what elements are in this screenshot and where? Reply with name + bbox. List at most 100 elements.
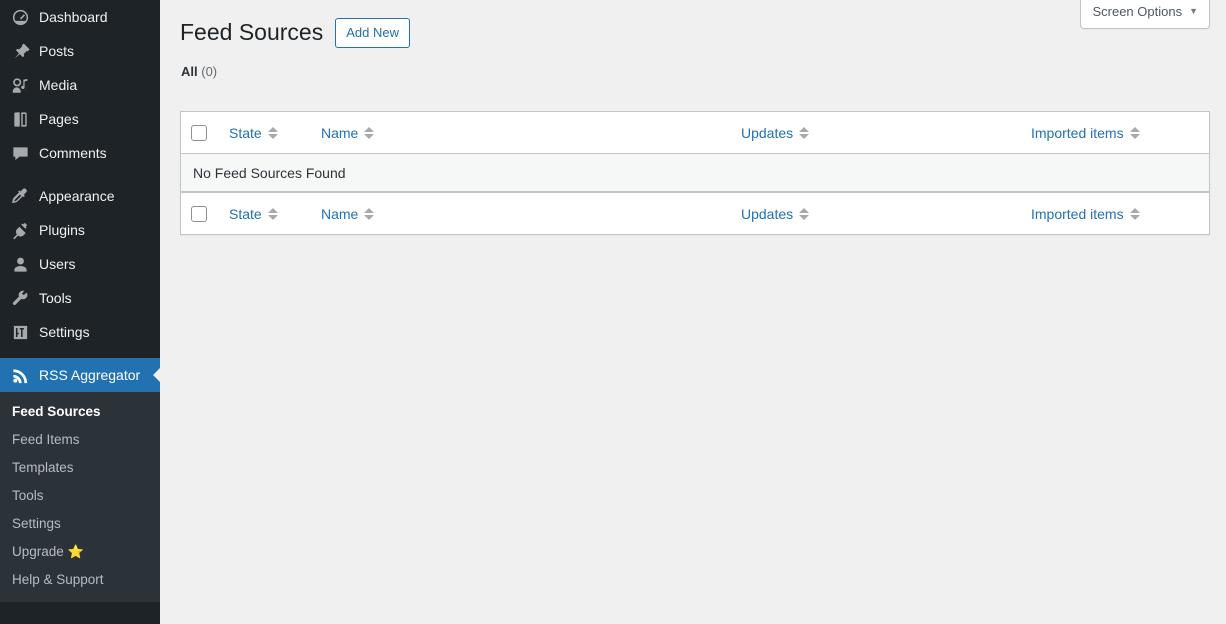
sort-name-button[interactable]: Name bbox=[321, 124, 375, 141]
table-head: State Name Updates Imported items bbox=[181, 112, 1209, 154]
column-header-updates: Updates bbox=[731, 112, 1021, 154]
sort-name-button-footer[interactable]: Name bbox=[321, 205, 375, 222]
pin-icon bbox=[10, 41, 30, 61]
sidebar-item-rss-aggregator[interactable]: RSS Aggregator bbox=[0, 358, 160, 392]
sidebar-item-pages[interactable]: Pages bbox=[0, 102, 160, 136]
column-label-name: Name bbox=[321, 205, 359, 222]
pages-icon bbox=[10, 109, 30, 129]
sort-indicator-icon bbox=[1129, 126, 1140, 139]
sort-state-button[interactable]: State bbox=[229, 125, 278, 141]
sidebar-item-comments[interactable]: Comments bbox=[0, 136, 160, 170]
sort-updates-button[interactable]: Updates bbox=[741, 124, 810, 141]
column-label-updates: Updates bbox=[741, 205, 794, 222]
sort-indicator-icon bbox=[364, 126, 375, 139]
page-wrap: Feed Sources Add New All (0) State Name … bbox=[160, 0, 1226, 235]
table-body: No Feed Sources Found bbox=[181, 154, 1209, 192]
sidebar-item-label: Posts bbox=[39, 43, 75, 59]
admin-sidebar: Dashboard Posts Media Pages Comments App… bbox=[0, 0, 160, 624]
filter-all[interactable]: All (0) bbox=[181, 64, 1206, 79]
empty-state-message: No Feed Sources Found bbox=[181, 154, 1209, 192]
screen-options-label: Screen Options bbox=[1092, 4, 1183, 19]
appearance-icon bbox=[10, 186, 30, 206]
submenu-item-help-support[interactable]: Help & Support bbox=[0, 566, 160, 594]
sidebar-item-dashboard[interactable]: Dashboard bbox=[0, 0, 160, 34]
add-new-button[interactable]: Add New bbox=[335, 18, 410, 48]
column-label-updates: Updates bbox=[741, 124, 794, 141]
sidebar-item-label: Media bbox=[39, 77, 78, 93]
submenu-item-label: Tools bbox=[12, 488, 44, 503]
main-content: Screen Options ▼ Feed Sources Add New Al… bbox=[160, 0, 1226, 624]
submenu-item-settings[interactable]: Settings bbox=[0, 510, 160, 538]
sidebar-item-label: Dashboard bbox=[39, 9, 108, 25]
sort-indicator-icon bbox=[267, 126, 278, 139]
sort-imported-items-button[interactable]: Imported items bbox=[1031, 125, 1140, 141]
column-label-state: State bbox=[229, 124, 262, 141]
star-icon: ⭐ bbox=[67, 544, 84, 559]
sidebar-item-label: RSS Aggregator bbox=[39, 367, 141, 383]
rss-icon bbox=[10, 365, 30, 385]
filter-all-count: (0) bbox=[201, 64, 218, 79]
sort-updates-button-footer[interactable]: Updates bbox=[741, 205, 810, 222]
rss-aggregator-submenu: Feed Sources Feed Items Templates Tools … bbox=[0, 392, 160, 602]
sort-indicator-icon bbox=[799, 207, 810, 220]
submenu-item-label: Feed Items bbox=[12, 432, 80, 447]
screen-meta-links: Screen Options ▼ bbox=[1080, 0, 1210, 29]
column-label-state: State bbox=[229, 205, 262, 222]
sort-indicator-icon bbox=[364, 207, 375, 220]
filter-all-label[interactable]: All bbox=[181, 64, 198, 79]
submenu-item-upgrade[interactable]: Upgrade ⭐ bbox=[0, 538, 160, 566]
select-all-header bbox=[181, 112, 219, 154]
submenu-item-label: Templates bbox=[12, 460, 74, 475]
sidebar-item-users[interactable]: Users bbox=[0, 247, 160, 281]
submenu-item-label: Help & Support bbox=[12, 572, 104, 587]
media-icon bbox=[10, 75, 30, 95]
sort-indicator-icon bbox=[799, 126, 810, 139]
submenu-item-label: Upgrade bbox=[12, 544, 64, 559]
table-header-row: State Name Updates Imported items bbox=[181, 112, 1209, 154]
sidebar-item-label: Pages bbox=[39, 111, 79, 127]
plugins-icon bbox=[10, 220, 30, 240]
sidebar-item-label: Plugins bbox=[39, 222, 85, 238]
sidebar-item-appearance[interactable]: Appearance bbox=[0, 179, 160, 213]
column-label-imported-items: Imported items bbox=[1031, 124, 1124, 141]
sidebar-separator-2 bbox=[0, 349, 160, 358]
table-foot: State Name Updates Imported items bbox=[181, 192, 1209, 234]
chevron-down-icon: ▼ bbox=[1189, 6, 1198, 17]
tools-icon bbox=[10, 288, 30, 308]
comments-icon bbox=[10, 143, 30, 163]
column-header-imported-items: Imported items bbox=[1021, 112, 1209, 154]
column-footer-name: Name bbox=[311, 192, 731, 234]
column-header-name: Name bbox=[311, 112, 731, 154]
sort-state-button-footer[interactable]: State bbox=[229, 206, 278, 222]
sort-imported-items-button-footer[interactable]: Imported items bbox=[1031, 206, 1140, 222]
submenu-item-feed-sources[interactable]: Feed Sources bbox=[0, 398, 160, 426]
submenu-item-templates[interactable]: Templates bbox=[0, 454, 160, 482]
submenu-item-label: Feed Sources bbox=[12, 404, 101, 419]
status-filter-list: All (0) bbox=[181, 64, 1206, 79]
column-footer-updates: Updates bbox=[731, 192, 1021, 234]
sidebar-item-label: Users bbox=[39, 256, 76, 272]
submenu-item-tools[interactable]: Tools bbox=[0, 482, 160, 510]
screen-options-button[interactable]: Screen Options ▼ bbox=[1080, 0, 1210, 29]
column-header-state: State bbox=[219, 112, 311, 154]
sidebar-item-tools[interactable]: Tools bbox=[0, 281, 160, 315]
sidebar-item-plugins[interactable]: Plugins bbox=[0, 213, 160, 247]
sidebar-item-settings[interactable]: Settings bbox=[0, 315, 160, 349]
feed-sources-table: State Name Updates Imported items No Fee… bbox=[180, 111, 1210, 235]
column-label-name: Name bbox=[321, 124, 359, 141]
column-footer-state: State bbox=[219, 192, 311, 234]
title-row: Feed Sources Add New bbox=[180, 10, 1206, 48]
sidebar-item-label: Tools bbox=[39, 290, 72, 306]
settings-icon bbox=[10, 322, 30, 342]
sort-indicator-icon bbox=[267, 207, 278, 220]
sidebar-item-label: Appearance bbox=[39, 188, 115, 204]
sidebar-item-posts[interactable]: Posts bbox=[0, 34, 160, 68]
submenu-item-feed-items[interactable]: Feed Items bbox=[0, 426, 160, 454]
sidebar-item-media[interactable]: Media bbox=[0, 68, 160, 102]
users-icon bbox=[10, 254, 30, 274]
select-all-footer-header bbox=[181, 192, 219, 234]
page-title: Feed Sources bbox=[180, 19, 324, 46]
select-all-checkbox[interactable] bbox=[191, 125, 207, 142]
select-all-checkbox-footer[interactable] bbox=[191, 206, 207, 223]
table-footer-row: State Name Updates Imported items bbox=[181, 192, 1209, 234]
